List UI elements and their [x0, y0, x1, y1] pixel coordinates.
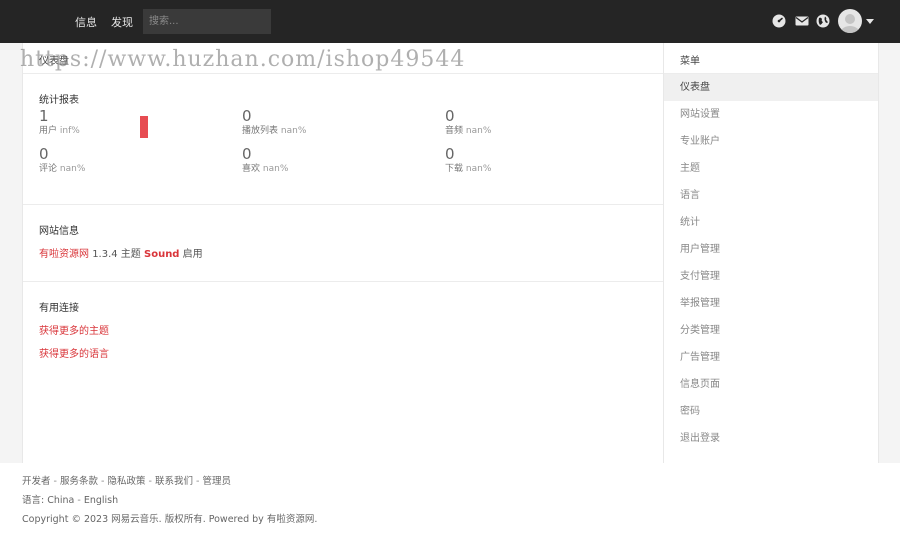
- sidebar-item-themes[interactable]: 主题: [664, 155, 878, 182]
- sidebar-item-info-pages[interactable]: 信息页面: [664, 371, 878, 398]
- users-progress-bar: [140, 116, 148, 138]
- gauge-icon[interactable]: [772, 14, 786, 28]
- stat-value: 0: [39, 145, 49, 163]
- stat-downloads: 0 下载 nan%: [445, 146, 491, 175]
- site-version: 1.3.4 主题: [92, 249, 141, 260]
- footer-link-contact[interactable]: 联系我们: [155, 476, 193, 487]
- stat-label: 下载: [445, 164, 464, 174]
- stat-value: 0: [242, 145, 252, 163]
- footer-links: 开发者 - 服务条款 - 隐私政策 - 联系我们 - 管理员: [22, 476, 231, 487]
- divider: [23, 73, 664, 74]
- user-avatar[interactable]: [838, 9, 862, 33]
- stat-likes: 0 喜欢 nan%: [242, 146, 288, 175]
- stat-audio: 0 音频 nan%: [445, 108, 491, 137]
- dashboard-panel: 仪表盘 统计报表 1 用户 inf% 0 播放列表 nan% 0 音频 nan%…: [22, 43, 664, 463]
- nav-messages-link[interactable]: 信息: [75, 14, 97, 30]
- admin-sidebar: 菜单 仪表盘 网站设置 专业账户 主题 语言 统计 用户管理 支付管理 举报管理…: [663, 43, 879, 463]
- sidebar-item-password[interactable]: 密码: [664, 398, 878, 425]
- sidebar-item-site-settings[interactable]: 网站设置: [664, 101, 878, 128]
- sidebar-item-reports[interactable]: 举报管理: [664, 290, 878, 317]
- stat-value: 1: [39, 107, 49, 125]
- useful-links-title: 有用连接: [39, 303, 79, 314]
- stat-percent: nan%: [465, 164, 492, 174]
- globe-icon[interactable]: [816, 14, 830, 28]
- site-name-link[interactable]: 有啦资源网: [39, 249, 89, 260]
- stat-label: 用户: [39, 126, 58, 136]
- sidebar-item-logout[interactable]: 退出登录: [664, 425, 878, 452]
- stat-percent: nan%: [262, 164, 289, 174]
- sidebar-title: 菜单: [680, 56, 700, 67]
- footer-link-privacy[interactable]: 隐私政策: [107, 476, 145, 487]
- language-option-china[interactable]: China: [47, 495, 74, 506]
- more-themes-link[interactable]: 获得更多的主题: [39, 322, 109, 337]
- more-languages-link[interactable]: 获得更多的语言: [39, 345, 109, 360]
- footer-link-admin[interactable]: 管理员: [202, 476, 231, 487]
- stat-users: 1 用户 inf%: [39, 108, 80, 137]
- stat-value: 0: [242, 107, 252, 125]
- stat-label: 音频: [445, 126, 464, 136]
- language-label: 语言:: [22, 495, 45, 506]
- site-info-title: 网站信息: [39, 226, 79, 237]
- sidebar-item-statistics[interactable]: 统计: [664, 209, 878, 236]
- sidebar-item-dashboard[interactable]: 仪表盘: [664, 74, 878, 101]
- sidebar-item-pro-account[interactable]: 专业账户: [664, 128, 878, 155]
- stat-playlists: 0 播放列表 nan%: [242, 108, 306, 137]
- stat-value: 0: [445, 107, 455, 125]
- divider: [23, 281, 664, 282]
- sidebar-item-categories[interactable]: 分类管理: [664, 317, 878, 344]
- stat-comments: 0 评论 nan%: [39, 146, 85, 175]
- stat-percent: nan%: [59, 164, 86, 174]
- stat-label: 评论: [39, 164, 58, 174]
- search-input[interactable]: [143, 9, 271, 34]
- mail-icon[interactable]: [795, 14, 809, 28]
- stat-label: 喜欢: [242, 164, 261, 174]
- chevron-down-icon[interactable]: [866, 19, 874, 24]
- copyright-text: Copyright © 2023 网易云音乐. 版权所有. Powered by…: [22, 514, 318, 525]
- sidebar-item-languages[interactable]: 语言: [664, 182, 878, 209]
- footer-language: 语言: China - English: [22, 495, 119, 506]
- stat-value: 0: [445, 145, 455, 163]
- top-navbar: 信息 发现: [0, 0, 900, 43]
- language-option-english[interactable]: English: [84, 495, 118, 506]
- divider: [23, 204, 664, 205]
- stat-percent: nan%: [280, 126, 307, 136]
- theme-status: 启用: [182, 249, 203, 260]
- footer-link-developers[interactable]: 开发者: [22, 476, 51, 487]
- sidebar-item-ads[interactable]: 广告管理: [664, 344, 878, 371]
- stat-percent: inf%: [59, 126, 80, 136]
- stat-percent: nan%: [465, 126, 492, 136]
- sidebar-item-users[interactable]: 用户管理: [664, 236, 878, 263]
- stats-section-title: 统计报表: [39, 95, 79, 106]
- theme-name[interactable]: Sound: [144, 249, 179, 260]
- user-silhouette-icon: [841, 14, 859, 33]
- sidebar-item-payments[interactable]: 支付管理: [664, 263, 878, 290]
- footer-link-terms[interactable]: 服务条款: [60, 476, 98, 487]
- nav-discover-link[interactable]: 发现: [111, 14, 133, 30]
- page-title: 仪表盘: [39, 56, 69, 67]
- site-info-line: 有啦资源网 1.3.4 主题 Sound 启用: [39, 245, 203, 260]
- stat-label: 播放列表: [242, 126, 279, 136]
